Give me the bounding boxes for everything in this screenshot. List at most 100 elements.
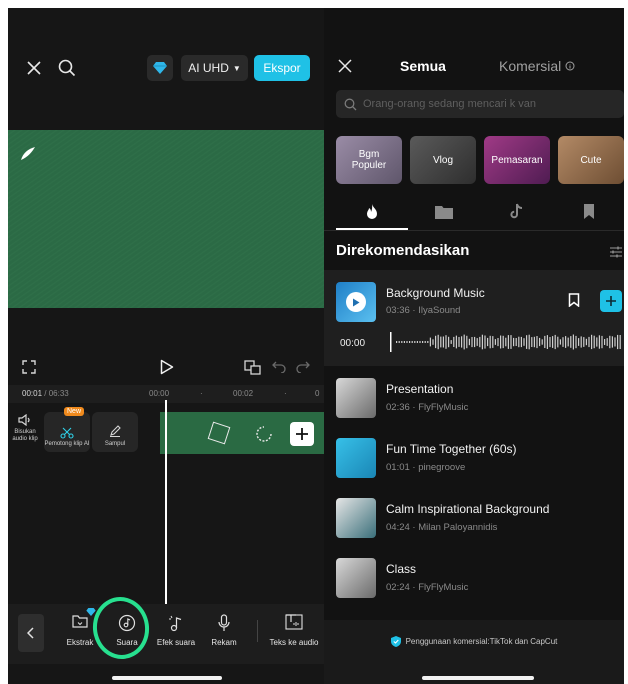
record-button[interactable]: Rekam (204, 614, 244, 647)
waveform-bar (513, 337, 515, 347)
premium-diamond-icon[interactable] (147, 55, 173, 81)
waveform-bar (572, 334, 574, 350)
scissors-icon (60, 427, 74, 439)
waveform-bar (593, 335, 595, 349)
sound-effects-label: Efek suara (156, 638, 196, 647)
waveform-bar (539, 337, 541, 347)
quality-dropdown[interactable]: AI UHD ▼ (181, 55, 248, 81)
ai-clip-cutter-label: Pemotong klip AI (44, 441, 90, 447)
tab-commercial[interactable]: Komersial (499, 58, 575, 74)
waveform-bar (471, 337, 473, 348)
total-time: 06:33 (48, 389, 69, 398)
audio-waveform[interactable] (390, 332, 622, 352)
keyframe-icon[interactable] (244, 359, 262, 375)
bookmark-icon[interactable] (568, 293, 580, 307)
export-button[interactable]: Ekspor (254, 55, 310, 81)
category-vlog[interactable]: Vlog (410, 136, 476, 184)
track-row[interactable]: Fun Time Together (60s) 01:01 · pinegroo… (324, 430, 624, 490)
close-icon[interactable] (338, 59, 352, 73)
tab-all[interactable]: Semua (400, 58, 446, 74)
text-to-audio-button[interactable]: Teks ke audio (264, 614, 324, 647)
featured-track[interactable]: Background Music 03:36 · IlyaSound 00:00 (324, 270, 624, 366)
bookmark-icon[interactable] (583, 204, 595, 219)
waveform-bar (484, 335, 486, 349)
commercial-use-text: Penggunaan komersial:TikTok dan CapCut (405, 637, 558, 646)
waveform-bar (492, 336, 494, 348)
track-title: Background Music (386, 286, 485, 300)
waveform-bar (567, 337, 569, 347)
video-clip-track[interactable] (160, 412, 324, 454)
time-readout: 00:01 / 06:33 (22, 389, 69, 398)
waveform-bar (559, 339, 561, 345)
waveform-bar (424, 341, 426, 343)
redo-icon[interactable] (296, 361, 310, 373)
waveform-bar (432, 339, 434, 345)
ai-clip-cutter-button[interactable]: New Pemotong klip AI (44, 407, 90, 452)
new-badge: New (64, 407, 85, 416)
transition-diamond-icon[interactable] (207, 421, 231, 445)
waveform-bar (518, 336, 520, 348)
category-marketing[interactable]: Pemasaran (484, 136, 550, 184)
chevron-down-icon: ▼ (232, 63, 241, 73)
waveform-bar (427, 341, 429, 343)
waveform-bar (468, 338, 470, 346)
waveform-bar (476, 338, 478, 346)
search-icon[interactable] (58, 59, 76, 77)
folder-icon[interactable] (435, 205, 453, 219)
add-clip-button[interactable] (290, 422, 314, 446)
search-input[interactable]: Orang-orang sedang mencari k van (336, 90, 624, 118)
waveform-bar (429, 337, 431, 347)
category-label: Vlog (432, 154, 453, 166)
waveform-bar (552, 336, 554, 348)
track-thumbnail (336, 378, 376, 418)
add-track-button[interactable] (600, 290, 622, 312)
waveform-bar (515, 338, 517, 346)
ruler-dot: · (284, 389, 287, 398)
category-cute[interactable]: Cute (558, 136, 624, 184)
waveform-bar (619, 335, 621, 349)
sound-effects-button[interactable]: Efek suara (152, 614, 200, 647)
fire-icon[interactable] (366, 204, 378, 220)
track-meta: 02:24 · FlyFlyMusic (386, 582, 469, 593)
waveform-bar (609, 335, 611, 349)
waveform-bar (494, 339, 496, 345)
back-button[interactable] (18, 614, 44, 652)
mute-clip-audio-label: Bisukan audio klip (12, 429, 38, 442)
waveform-bar (502, 335, 504, 349)
waveform-bar (562, 337, 564, 347)
waveform-bar (588, 336, 590, 348)
track-row[interactable]: Calm Inspirational Background 04:24 · Mi… (324, 490, 624, 550)
search-icon (344, 98, 357, 111)
plus-icon (296, 428, 308, 440)
waveform-bar (497, 338, 499, 347)
waveform-bar (611, 336, 613, 348)
cover-button[interactable]: Sampul (92, 412, 138, 452)
undo-icon[interactable] (272, 361, 286, 373)
tiktok-icon[interactable] (510, 203, 524, 219)
playback-time: 00:00 (340, 338, 366, 349)
waveform-bar (601, 335, 603, 349)
track-row[interactable]: Presentation 02:36 · FlyFlyMusic (324, 370, 624, 430)
speaker-icon (10, 414, 40, 426)
play-icon[interactable] (160, 359, 174, 375)
filter-icon[interactable] (610, 246, 622, 258)
video-preview[interactable] (8, 130, 324, 308)
playhead[interactable] (165, 400, 167, 606)
waveform-bar (481, 334, 483, 350)
waveform-bar (585, 338, 587, 346)
current-time: 00:01 (22, 389, 43, 398)
category-bgm-popular[interactable]: Bgm Populer (336, 136, 402, 184)
ruler-tick: 00:00 (149, 389, 170, 398)
waveform-bar (578, 338, 580, 346)
play-icon[interactable] (346, 292, 366, 312)
track-row[interactable]: Class 02:24 · FlyFlyMusic (324, 550, 624, 610)
extract-label: Ekstrak (66, 638, 94, 647)
close-icon[interactable] (26, 60, 42, 76)
mute-clip-audio-button[interactable]: Bisukan audio klip (10, 414, 40, 443)
track-meta: 04:24 · Milan Paloyannidis (386, 522, 498, 533)
waveform-bar (448, 336, 450, 348)
waveform-bar (479, 336, 481, 348)
waveform-bar (598, 335, 600, 349)
waveform-bar (531, 337, 533, 347)
fullscreen-icon[interactable] (22, 360, 36, 374)
